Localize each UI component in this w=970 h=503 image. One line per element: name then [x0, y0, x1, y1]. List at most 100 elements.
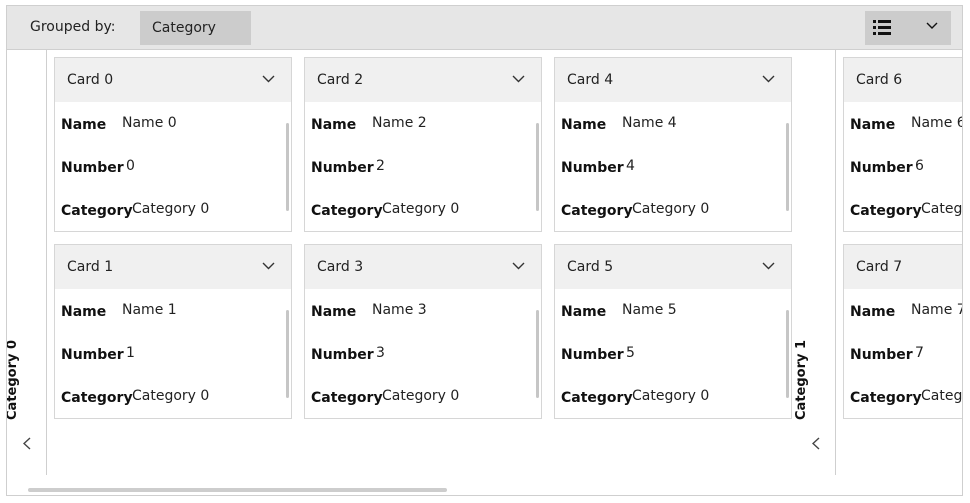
card-header[interactable]: Card 7 — [844, 245, 962, 289]
chevron-down-icon — [926, 22, 938, 29]
chevron-down-icon[interactable] — [762, 262, 775, 270]
field-value-number: 4 — [626, 158, 635, 174]
group-header-category-1[interactable]: Category 1 — [794, 50, 838, 475]
field-label-category: Category — [61, 390, 133, 406]
field-value-name: Name 5 — [622, 302, 677, 318]
field-value-name: Name 1 — [122, 302, 177, 318]
field-label-category: Category — [850, 203, 922, 219]
field-label-category: Category — [311, 390, 383, 406]
card-title: Card 3 — [317, 259, 364, 275]
group-title: Category 0 — [7, 340, 20, 420]
card-view-window: Grouped by: Category Category 0 Category… — [6, 5, 963, 496]
card-scrollbar[interactable] — [536, 123, 539, 211]
field-value-category: Category 0 — [632, 201, 710, 217]
field-value-name: Name 2 — [372, 115, 427, 131]
field-value-number: 5 — [626, 345, 635, 361]
field-value-number: 7 — [915, 345, 924, 361]
card-title: Card 6 — [856, 72, 903, 88]
toolbar: Grouped by: Category — [7, 6, 962, 50]
card[interactable]: Card 1 Name Name 1 Number 1 Category Category … — [54, 244, 292, 419]
field-label-name: Name — [561, 117, 607, 133]
list-icon — [873, 20, 891, 35]
field-label-number: Number — [850, 160, 913, 176]
card-header[interactable]: Card 1 — [55, 245, 291, 289]
field-value-category: Category 1 — [921, 201, 962, 217]
field-label-category: Category — [61, 203, 133, 219]
field-value-name: Name 6 — [911, 115, 962, 131]
field-label-number: Number — [311, 347, 374, 363]
chevron-left-icon[interactable] — [812, 437, 820, 450]
field-label-name: Name — [850, 117, 896, 133]
card[interactable]: Card 7 Name Name 7 Number7 CategoryCategory … — [843, 244, 962, 419]
chevron-down-icon[interactable] — [262, 262, 275, 270]
card-header[interactable]: Card 4 — [555, 58, 791, 102]
field-value-category: Category 0 — [132, 388, 210, 404]
group-by-select[interactable]: Category — [140, 11, 251, 45]
card-scrollbar[interactable] — [786, 123, 789, 211]
field-label-name: Name — [850, 304, 896, 320]
field-value-number: 1 — [126, 345, 135, 361]
field-label-number: Number — [311, 160, 374, 176]
card-header[interactable]: Card 5 — [555, 245, 791, 289]
field-label-name: Name — [311, 117, 357, 133]
group-separator — [46, 50, 47, 475]
field-label-name: Name — [61, 117, 107, 133]
card-scrollbar[interactable] — [286, 310, 289, 398]
card[interactable]: Card 3 Name Name 3 Number 3 Category Category … — [304, 244, 542, 419]
field-label-name: Name — [561, 304, 607, 320]
card-scrollbar[interactable] — [286, 123, 289, 211]
field-value-name: Name 7 — [911, 302, 962, 318]
field-label-name: Name — [311, 304, 357, 320]
card-title: Card 5 — [567, 259, 614, 275]
card[interactable]: Card 2 Name Name 2 Number 2 Category Category … — [304, 57, 542, 232]
field-value-name: Name 4 — [622, 115, 677, 131]
card[interactable]: Card 6 Name Name 6 Number6 CategoryCategory … — [843, 57, 962, 232]
group-title: Category 1 — [794, 339, 809, 420]
chevron-down-icon[interactable] — [262, 75, 275, 83]
card-title: Card 7 — [856, 259, 903, 275]
card[interactable]: Card 5 Name Name 5 Number 5 Category Category … — [554, 244, 792, 419]
group-separator — [835, 50, 836, 475]
field-label-name: Name — [61, 304, 107, 320]
field-label-number: Number — [61, 160, 124, 176]
field-value-name: Name 0 — [122, 115, 177, 131]
grouped-by-label: Grouped by: — [30, 19, 116, 35]
field-value-number: 6 — [915, 158, 924, 174]
card-header[interactable]: Card 2 — [305, 58, 541, 102]
card[interactable]: Card 4 Name Name 4 Number 4 Category Category … — [554, 57, 792, 232]
card-header[interactable]: Card 0 — [55, 58, 291, 102]
chevron-down-icon[interactable] — [762, 75, 775, 83]
card-scrollbar[interactable] — [786, 310, 789, 398]
card-title: Card 2 — [317, 72, 364, 88]
field-value-name: Name 3 — [372, 302, 427, 318]
card-groups-viewport[interactable]: Category 0 Category 1 Card 0NameName 0Nu… — [7, 50, 962, 495]
field-value-category: Category 1 — [921, 388, 962, 404]
card-header[interactable]: Card 6 — [844, 58, 962, 102]
field-label-number: Number — [561, 347, 624, 363]
field-label-category: Category — [561, 203, 633, 219]
chevron-left-icon[interactable] — [23, 437, 31, 450]
field-value-number: 3 — [376, 345, 385, 361]
field-label-category: Category — [311, 203, 383, 219]
card-title: Card 1 — [67, 259, 114, 275]
field-value-number: 2 — [376, 158, 385, 174]
card-title: Card 0 — [67, 72, 114, 88]
card[interactable]: Card 0 Name Name 0 Number 0 Category Category … — [54, 57, 292, 232]
field-value-number: 0 — [126, 158, 135, 174]
field-value-category: Category 0 — [632, 388, 710, 404]
chevron-down-icon[interactable] — [512, 75, 525, 83]
view-mode-button[interactable] — [865, 11, 951, 45]
field-label-number: Number — [61, 347, 124, 363]
group-header-category-0[interactable]: Category 0 — [7, 50, 49, 475]
horizontal-scrollbar[interactable] — [28, 488, 447, 492]
field-value-category: Category 0 — [382, 201, 460, 217]
field-label-category: Category — [850, 390, 922, 406]
field-value-category: Category 0 — [132, 201, 210, 217]
card-header[interactable]: Card 3 — [305, 245, 541, 289]
field-label-number: Number — [850, 347, 913, 363]
field-value-category: Category 0 — [382, 388, 460, 404]
card-title: Card 4 — [567, 72, 614, 88]
card-scrollbar[interactable] — [536, 310, 539, 398]
field-label-number: Number — [561, 160, 624, 176]
chevron-down-icon[interactable] — [512, 262, 525, 270]
